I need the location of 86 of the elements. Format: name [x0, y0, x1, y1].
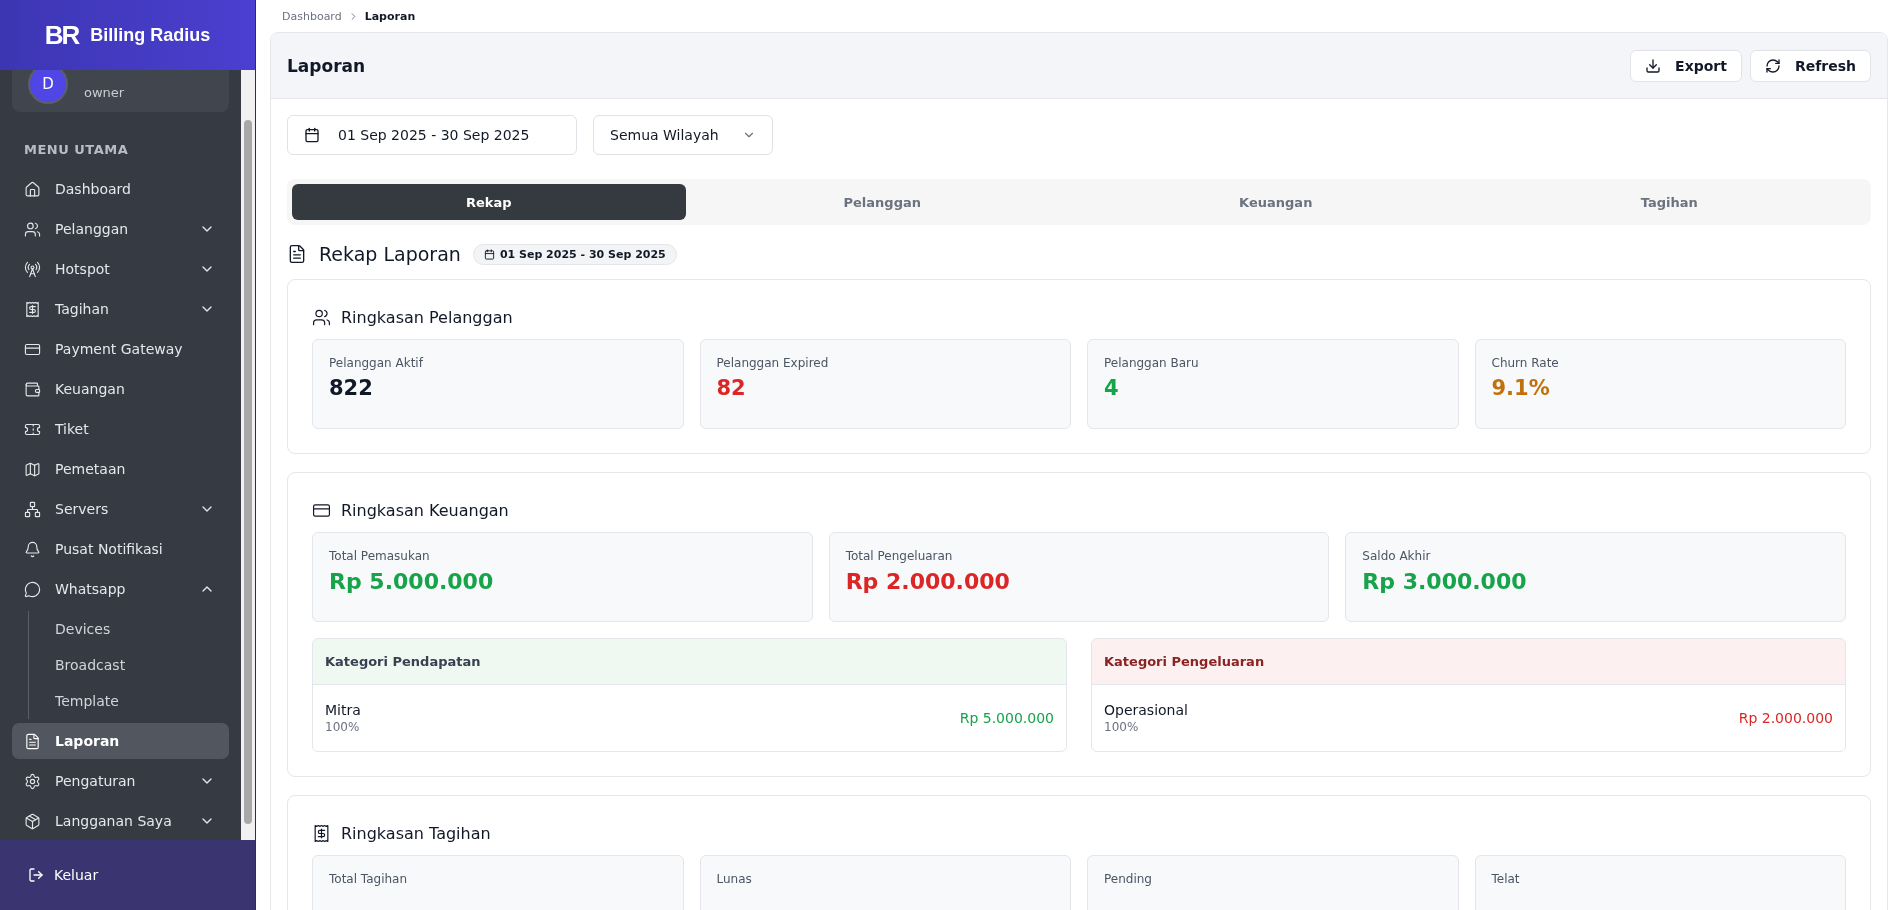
category-amount: Rp 2.000.000 [1738, 710, 1833, 726]
page-title: Laporan [287, 55, 366, 76]
stat-label: Total Pengeluaran [845, 549, 954, 563]
breadcrumb-link[interactable]: Dashboard [282, 9, 342, 23]
stat-label: Saldo Akhir [1362, 549, 1432, 563]
logout-button[interactable]: Keluar [0, 840, 255, 910]
scrollbar[interactable] [241, 70, 255, 840]
stat-value: 9.1% [1491, 376, 1551, 400]
tab[interactable]: Tagihan [1472, 184, 1866, 220]
stat-label: Pending [1104, 872, 1153, 886]
sidebar-subitem[interactable]: Template [29, 683, 229, 719]
sidebar-item[interactable]: Servers [12, 491, 229, 527]
brand-logo: BR [44, 19, 79, 51]
sidebar-item[interactable]: Keuangan [12, 371, 229, 407]
stat-value: Rp 5.000.000 [329, 569, 495, 594]
calendar-icon [304, 127, 320, 143]
section-title: Ringkasan Keuangan [341, 501, 509, 520]
sidebar-subitem[interactable]: Devices [29, 611, 229, 647]
menu-icon [24, 732, 41, 750]
sidebar-item[interactable]: Payment Gateway [12, 331, 229, 367]
stat-value: 82 [716, 376, 747, 400]
category-header: Kategori Pendapatan [313, 639, 1066, 685]
stat-label: Lunas [716, 872, 753, 886]
sidebar-item[interactable]: Langganan Saya [12, 803, 229, 839]
sidebar-item[interactable]: Pusat Notifikasi [12, 531, 229, 567]
stat-label: Total Pemasukan [329, 549, 431, 563]
menu-icon [24, 380, 41, 398]
export-button[interactable]: Export [1630, 49, 1742, 82]
date-range-field[interactable]: 01 Sep 2025 - 30 Sep 2025 [287, 115, 577, 155]
calendar-icon [483, 248, 495, 260]
category-name: Operasional [1104, 702, 1188, 718]
download-icon [1645, 57, 1662, 74]
stat-label: Churn Rate [1491, 356, 1560, 370]
menu-icon [24, 460, 41, 478]
category-amount: Rp 5.000.000 [959, 710, 1054, 726]
menu-icon [24, 220, 41, 238]
section-icon [312, 308, 331, 327]
recap-title: Rekap Laporan [319, 243, 461, 265]
menu-icon [24, 772, 41, 790]
stat-value: 822 [329, 376, 374, 400]
logout-icon [28, 867, 44, 883]
stat-label: Pelanggan Baru [1104, 356, 1200, 370]
sidebar-item[interactable]: Pelanggan [12, 211, 229, 247]
menu-icon [24, 540, 41, 558]
stat-label: Pelanggan Expired [716, 356, 830, 370]
sidebar-item[interactable]: Pengaturan [12, 763, 229, 799]
menu-icon [24, 260, 41, 278]
sidebar-item[interactable]: Dashboard [12, 171, 229, 207]
user-avatar: D [28, 70, 68, 104]
stat-label: Telat [1491, 872, 1521, 886]
stat-label: Total Tagihan [329, 872, 409, 886]
stat-value: Rp 3.000.000 [1362, 569, 1528, 594]
category-share: 100% [1104, 720, 1140, 734]
category-share: 100% [325, 720, 361, 734]
section-icon [312, 824, 331, 843]
sidebar-item[interactable]: Tiket [12, 411, 229, 447]
refresh-icon [1764, 57, 1781, 74]
refresh-button[interactable]: Refresh [1749, 49, 1871, 82]
stat-label: Pelanggan Aktif [329, 356, 425, 370]
menu-icon [24, 812, 41, 830]
section-title: Ringkasan Pelanggan [341, 308, 513, 327]
brand-name: Billing Radius [90, 24, 211, 46]
period-badge: 01 Sep 2025 - 30 Sep 2025 [472, 243, 677, 265]
stat-value: 4 [1104, 376, 1120, 400]
menu-icon [24, 180, 41, 198]
category-header: Kategori Pengeluaran [1092, 639, 1845, 685]
menu-icon [24, 500, 41, 518]
tab[interactable]: Pelanggan [685, 184, 1079, 220]
sidebar-item[interactable]: Whatsapp [12, 571, 229, 607]
category-name: Mitra [325, 702, 361, 718]
document-icon [287, 244, 307, 264]
sidebar-item[interactable]: Tagihan [12, 291, 229, 327]
region-select[interactable]: Semua Wilayah [593, 115, 773, 155]
tab[interactable]: Keuangan [1079, 184, 1473, 220]
stat-value: Rp 2.000.000 [845, 569, 1011, 594]
section-icon [312, 501, 331, 520]
sidebar-subitem[interactable]: Broadcast [29, 647, 229, 683]
sidebar-item[interactable]: Pemetaan [12, 451, 229, 487]
sidebar-item[interactable]: Laporan [12, 723, 229, 759]
sidebar-item[interactable]: Hotspot [12, 251, 229, 287]
tab[interactable]: Rekap [292, 184, 686, 220]
user-role: owner [84, 85, 125, 100]
menu-icon [24, 300, 41, 318]
menu-icon [24, 580, 41, 598]
menu-section-label: MENU UTAMA [24, 142, 130, 157]
section-title: Ringkasan Tagihan [341, 824, 491, 843]
